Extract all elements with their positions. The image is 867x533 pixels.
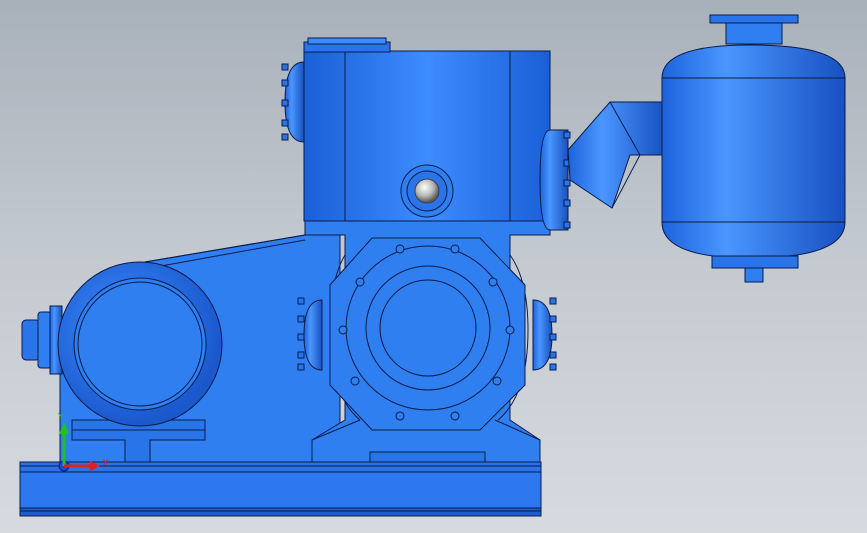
elbow-pipe[interactable] <box>567 101 666 209</box>
separator-tank[interactable] <box>661 14 846 283</box>
triad-y-label: Y <box>58 412 65 423</box>
triad-x-label: X <box>102 458 109 469</box>
triad-y-axis <box>59 422 69 466</box>
sight-glass[interactable] <box>400 164 454 218</box>
upper-side-cover-right[interactable] <box>539 129 571 231</box>
triad-x-axis <box>64 461 100 471</box>
pump-assembly-model[interactable] <box>0 0 867 533</box>
pump-flange[interactable] <box>329 237 526 431</box>
upper-side-cover-left[interactable] <box>281 61 305 143</box>
motor-end-cover[interactable] <box>57 261 223 427</box>
pump-side-cover-right[interactable] <box>532 297 557 371</box>
coordinate-triad: Y X <box>50 410 110 480</box>
motor-shaft-cap[interactable] <box>21 305 63 375</box>
cad-viewport[interactable]: Y X <box>0 0 867 533</box>
